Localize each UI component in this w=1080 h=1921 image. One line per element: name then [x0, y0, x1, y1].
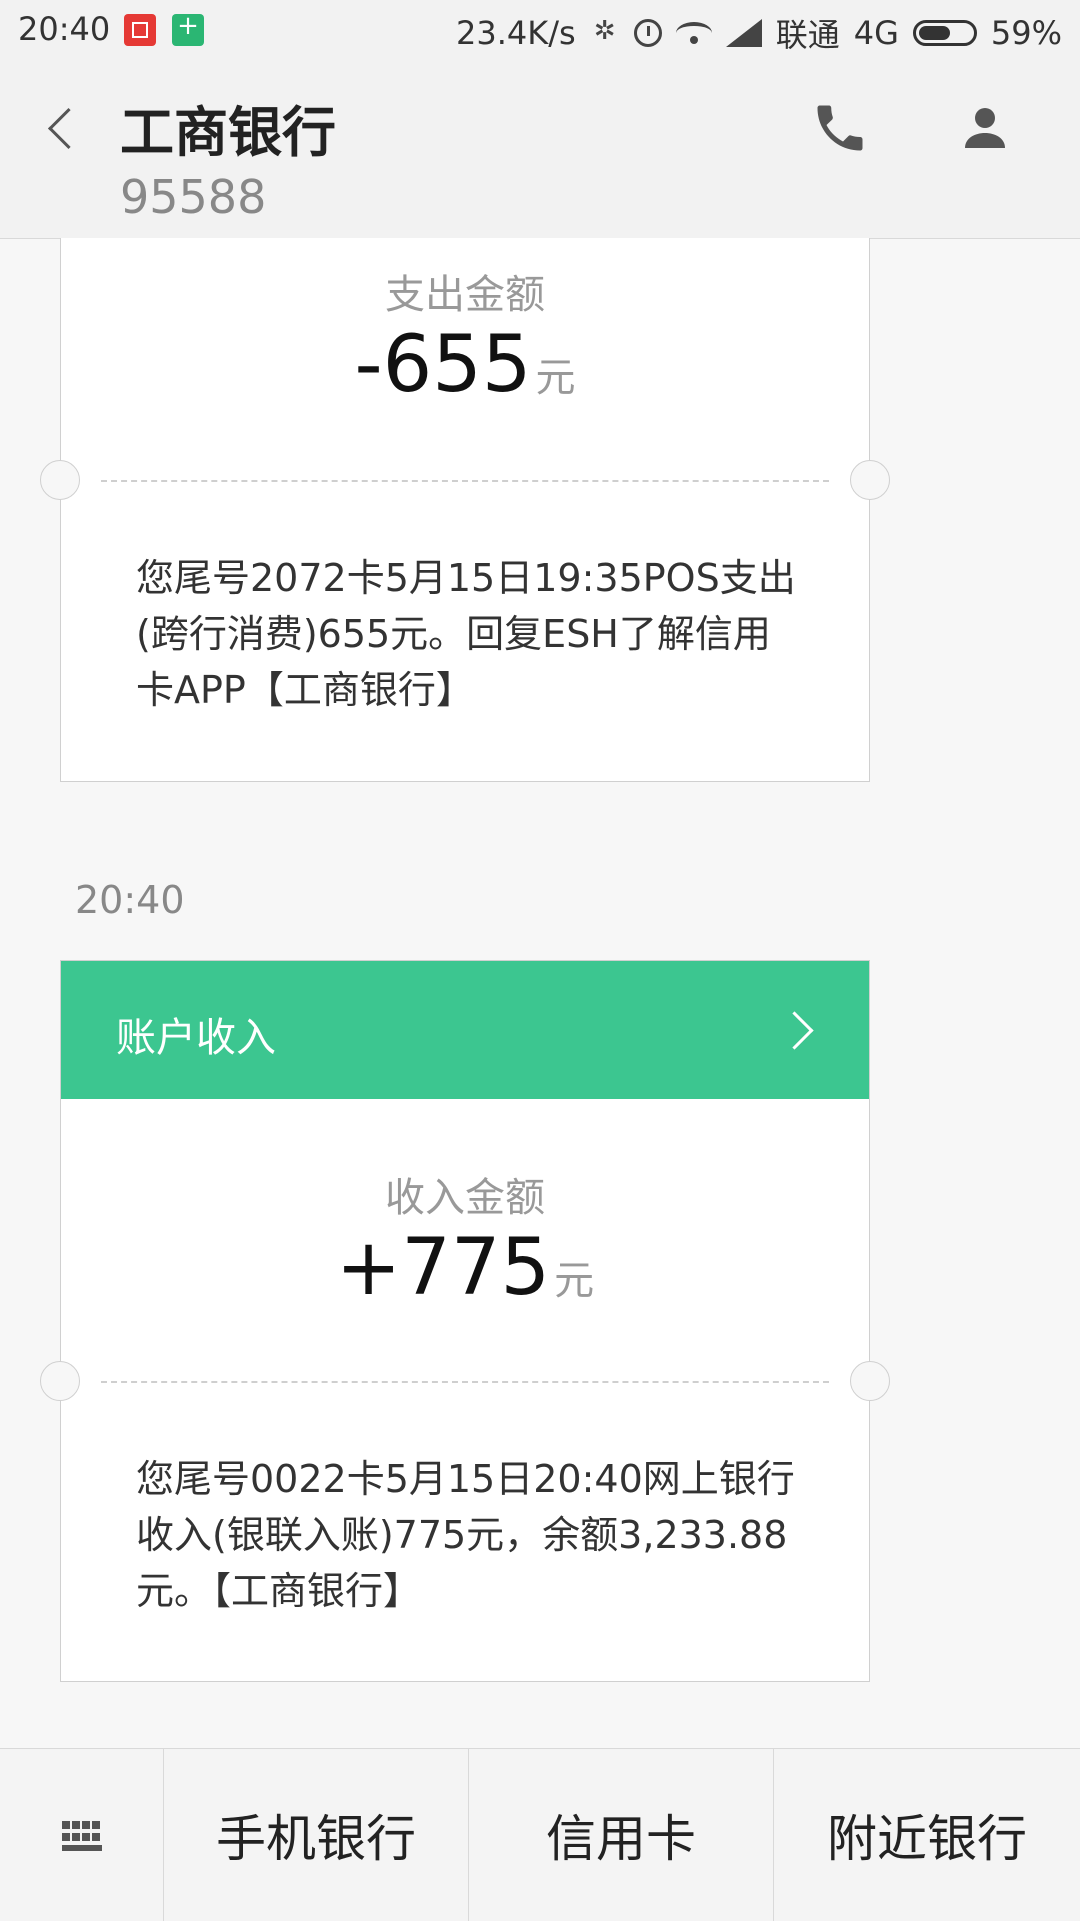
- amount-number: -655: [354, 320, 532, 410]
- contact-icon[interactable]: [955, 98, 1015, 158]
- message-text: 您尾号2072卡5月15日19:35POS支出(跨行消费)655元。回复ESH了…: [136, 556, 796, 712]
- menu-nearby-bank[interactable]: 附近银行: [774, 1749, 1080, 1921]
- notification-app-icon: [124, 14, 156, 46]
- amount-unit: 元: [535, 355, 576, 401]
- keyboard-toggle-button[interactable]: [0, 1749, 164, 1921]
- amount-unit: 元: [554, 1258, 595, 1304]
- sender-number: 95588: [120, 170, 267, 224]
- alarm-icon: [633, 19, 662, 47]
- status-bar: 20:40 23.4K/s 联通 4G 59%: [0, 0, 1080, 60]
- battery-icon: [912, 20, 977, 46]
- ticket-notch: [40, 1361, 80, 1401]
- banner-title: 账户收入: [116, 1015, 276, 1061]
- card-banner[interactable]: 账户收入: [61, 961, 869, 1099]
- chevron-right-icon: [779, 1007, 819, 1053]
- bluetooth-icon: [590, 16, 620, 48]
- message-card[interactable]: 支出金额 -655 元 您尾号2072卡5月15日19:35POS支出(跨行消费)…: [40, 238, 890, 782]
- security-app-icon: [172, 11, 204, 46]
- status-indicators: 23.4K/s 联通 4G 59%: [456, 10, 1062, 56]
- amount-number: +775: [335, 1223, 551, 1313]
- battery-percent: 59%: [990, 14, 1062, 52]
- conversation-header: 工商银行 95588: [0, 60, 1080, 239]
- ticket-notch: [850, 460, 890, 500]
- signal-icon: [725, 19, 762, 47]
- net-speed: 23.4K/s: [456, 14, 576, 52]
- bottom-menu-bar: 手机银行 信用卡 附近银行: [0, 1748, 1080, 1921]
- menu-credit-card[interactable]: 信用卡: [469, 1749, 774, 1921]
- carrier-label: 联通: [775, 16, 840, 54]
- sender-name: 工商银行: [120, 101, 336, 164]
- keyboard-icon: [60, 1819, 104, 1851]
- message-card[interactable]: 账户收入 收入金额 +775 元 您尾号0022卡5月15日20:40网上银行收入…: [40, 960, 890, 1682]
- network-type: 4G: [853, 14, 899, 52]
- phone-icon[interactable]: [810, 98, 870, 158]
- back-icon[interactable]: [40, 100, 90, 160]
- menu-mobile-banking[interactable]: 手机银行: [164, 1749, 469, 1921]
- ticket-notch: [40, 460, 80, 500]
- divider: [101, 480, 829, 482]
- amount-label: 支出金额: [385, 272, 545, 318]
- message-text: 您尾号0022卡5月15日20:40网上银行收入(银联入账)775元，余额3,2…: [136, 1457, 795, 1613]
- amount-value: -655 元: [61, 320, 869, 410]
- status-time: 20:40: [18, 10, 111, 48]
- message-timestamp: 20:40: [75, 878, 185, 922]
- divider: [101, 1381, 829, 1383]
- amount-value: +775 元: [61, 1223, 869, 1313]
- ticket-notch: [850, 1361, 890, 1401]
- wifi-icon: [675, 22, 712, 44]
- amount-label: 收入金额: [385, 1175, 545, 1221]
